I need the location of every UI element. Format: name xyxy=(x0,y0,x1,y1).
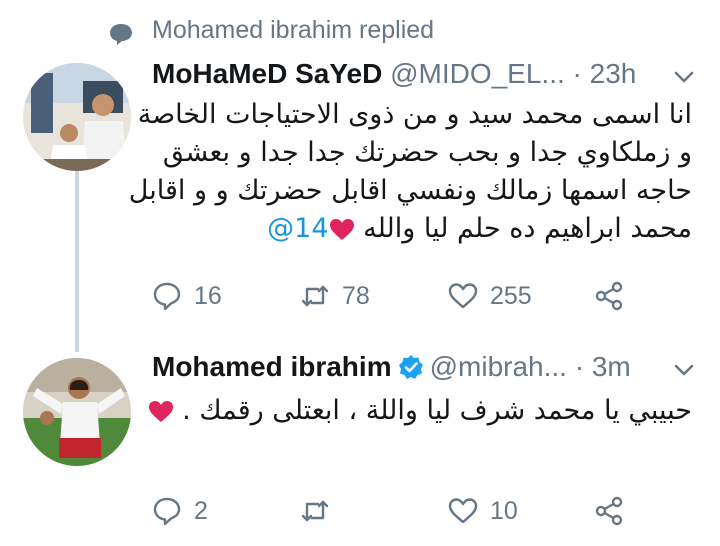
chevron-down-icon[interactable] xyxy=(674,70,694,84)
tweet-actions: 2 10 xyxy=(152,491,692,531)
user-handle[interactable]: @MIDO_EL... xyxy=(390,58,565,89)
like-button[interactable]: 10 xyxy=(448,491,518,531)
tweet-text-line: حبيبي يا محمد شرف ليا واللة ، ابعتلى رقم… xyxy=(182,395,692,426)
like-button[interactable]: 255 xyxy=(448,276,532,316)
reply-icon xyxy=(153,497,181,526)
reply-button[interactable]: 16 xyxy=(152,276,222,316)
mention-link[interactable]: @14 xyxy=(267,213,328,244)
red-heart-emoji-icon xyxy=(329,218,354,240)
red-heart-emoji-icon xyxy=(148,400,173,422)
reply-button[interactable]: 2 xyxy=(152,491,208,531)
share-button[interactable] xyxy=(594,276,624,316)
display-name[interactable]: MoHaMeD SaYeD xyxy=(152,58,382,89)
retweet-icon xyxy=(301,285,329,307)
share-icon xyxy=(595,281,623,311)
separator-dot: · xyxy=(572,58,582,89)
user-handle[interactable]: @mibrah... xyxy=(430,351,567,382)
display-name[interactable]: Mohamed ibrahim xyxy=(152,351,392,382)
avatar[interactable] xyxy=(23,63,131,171)
heart-icon xyxy=(448,283,478,309)
tweet-header: Mohamed ibrahim @mibrah... · 3m xyxy=(152,351,712,391)
tweet-text-line-last: محمد ابراهيم ده حلم ليا والله @14 xyxy=(152,210,692,248)
tweet-text-line: انا اسمى محمد سيد و من ذوى الاحتياجات ال… xyxy=(137,99,692,130)
tweet-text-line-last: حبيبي يا محمد شرف ليا واللة ، ابعتلى رقم… xyxy=(148,392,692,430)
heart-icon xyxy=(448,498,478,524)
chevron-down-icon[interactable] xyxy=(674,363,694,377)
tweet-time[interactable]: 23h xyxy=(590,58,637,89)
tweet-text-line: محمد ابراهيم ده حلم ليا والله xyxy=(363,213,692,244)
retweet-button[interactable] xyxy=(300,491,342,531)
thread-connector xyxy=(75,170,79,352)
like-count: 10 xyxy=(490,496,518,525)
reply-context-text: Mohamed ibrahim replied xyxy=(152,16,435,44)
tweet-text-line: و زملكاوي جدا و بحب حضرتك جدا جدا و بعشق xyxy=(162,137,692,168)
retweet-button[interactable]: 78 xyxy=(300,276,370,316)
tweet-header: MoHaMeD SaYeD @MIDO_EL... · 23h xyxy=(152,58,712,98)
separator-dot: · xyxy=(574,351,585,382)
reply-context: Mohamed ibrahim replied xyxy=(0,0,720,60)
reply-count: 2 xyxy=(194,496,208,525)
retweet-icon xyxy=(301,500,329,522)
tweet-actions: 16 78 255 xyxy=(152,276,692,316)
share-button[interactable] xyxy=(594,491,624,531)
verified-badge-icon xyxy=(398,354,423,379)
reply-bubble-icon xyxy=(110,24,132,45)
reply-count: 16 xyxy=(194,281,222,310)
avatar[interactable] xyxy=(23,358,131,466)
tweet-time[interactable]: 3m xyxy=(592,351,631,382)
tweet-text: انا اسمى محمد سيد و من ذوى الاحتياجات ال… xyxy=(128,96,692,248)
like-count: 255 xyxy=(490,281,532,310)
tweet-text: حبيبي يا محمد شرف ليا واللة ، ابعتلى رقم… xyxy=(148,392,692,430)
tweet-text-line: حاجه اسمها زمالك ونفسي اقابل حضرتك و و ا… xyxy=(128,175,692,206)
retweet-count: 78 xyxy=(342,281,370,310)
reply-icon xyxy=(153,282,181,311)
share-icon xyxy=(595,496,623,526)
